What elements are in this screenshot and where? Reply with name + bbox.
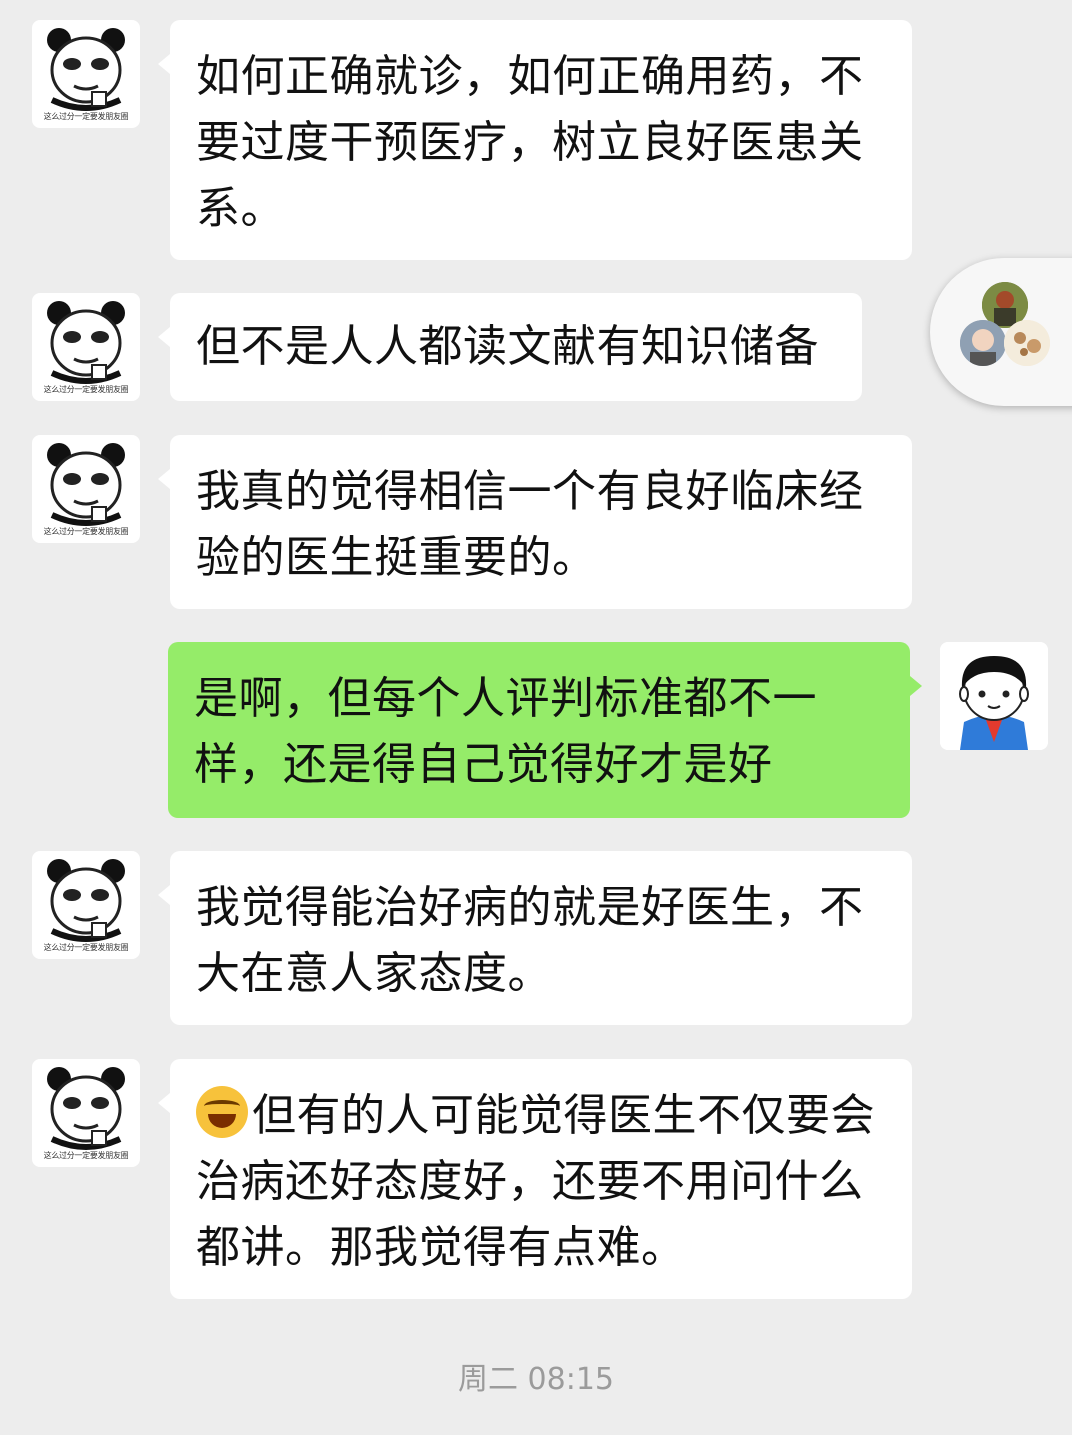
panda-avatar[interactable]: 这么过分一定要发朋友圈 bbox=[32, 851, 140, 959]
message-text: 但有的人可能觉得医生不仅要会治病还好态度好，还要不用问什么都讲。那我觉得有点难。 bbox=[196, 1090, 875, 1273]
incoming-message-bubble[interactable]: 但有的人可能觉得医生不仅要会治病还好态度好，还要不用问什么都讲。那我觉得有点难。 bbox=[158, 1059, 912, 1299]
message-timestamp: 周二 08:15 bbox=[458, 1362, 614, 1397]
avatar-caption: 这么过分一定要发朋友圈 bbox=[43, 385, 129, 394]
outgoing-message-bubble[interactable]: 是啊，但每个人评判标准都不一样，还是得自己觉得好才是好 bbox=[168, 642, 922, 818]
avatar-caption: 这么过分一定要发朋友圈 bbox=[43, 112, 129, 121]
panda-avatar[interactable]: 这么过分一定要发朋友圈 bbox=[32, 1059, 140, 1167]
cartoon-boy-icon bbox=[940, 642, 1048, 750]
avatar-caption: 这么过分一定要发朋友圈 bbox=[43, 943, 129, 952]
incoming-message-bubble[interactable]: 我觉得能治好病的就是好医生，不大在意人家态度。 bbox=[158, 851, 912, 1025]
incoming-message-bubble[interactable]: 但不是人人都读文献有知识储备 bbox=[158, 293, 862, 401]
panda-avatar[interactable]: 这么过分一定要发朋友圈 bbox=[32, 293, 140, 401]
panda-avatar[interactable]: 这么过分一定要发朋友圈 bbox=[32, 20, 140, 128]
incoming-message-bubble[interactable]: 我真的觉得相信一个有良好临床经验的医生挺重要的。 bbox=[158, 435, 912, 609]
group-member-avatar-icon bbox=[1004, 320, 1050, 366]
incoming-message-bubble[interactable]: 如何正确就诊，如何正确用药，不要过度干预医疗，树立良好医患关系。 bbox=[158, 20, 912, 260]
joy-tears-emoji-icon bbox=[196, 1086, 248, 1138]
my-avatar[interactable] bbox=[940, 642, 1048, 750]
avatar-caption: 这么过分一定要发朋友圈 bbox=[43, 1151, 129, 1160]
panda-avatar[interactable]: 这么过分一定要发朋友圈 bbox=[32, 435, 140, 543]
floating-group-avatars-button[interactable] bbox=[930, 258, 1072, 406]
avatar-caption: 这么过分一定要发朋友圈 bbox=[43, 527, 129, 536]
group-member-avatar-icon bbox=[960, 320, 1006, 366]
